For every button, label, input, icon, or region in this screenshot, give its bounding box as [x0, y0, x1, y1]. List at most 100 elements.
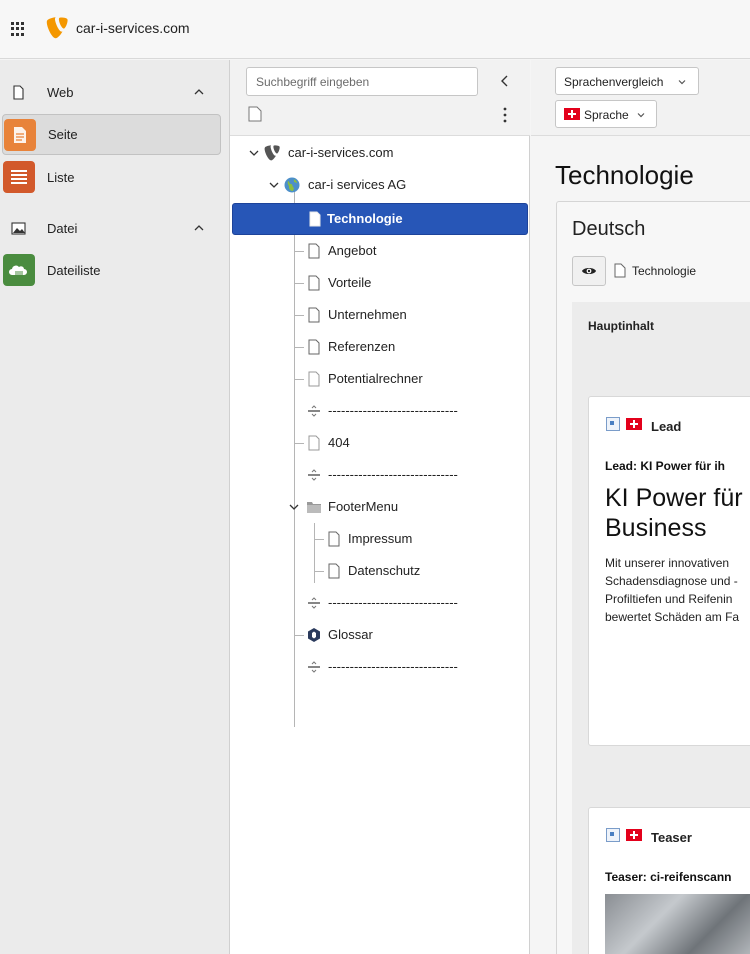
tree-line	[294, 443, 304, 444]
content-area: Sprachenvergleich Sprache Technologie De…	[531, 60, 750, 954]
tree-line	[294, 635, 304, 636]
tree-node-label: Unternehmen	[328, 307, 407, 322]
tree-node-label: ------------------------------	[328, 467, 458, 482]
page-icon	[309, 211, 321, 227]
tree-node-label: Vorteile	[328, 275, 372, 290]
module-group-label: Datei	[47, 220, 78, 236]
spacer-icon	[308, 661, 320, 673]
ce-header	[606, 828, 642, 842]
tree-node-angebot[interactable]: Angebot	[304, 236, 528, 266]
chevron-down-icon	[637, 113, 645, 118]
chevron-up-icon[interactable]	[193, 222, 205, 234]
tree-node-root[interactable]: car-i-services.com	[248, 138, 528, 168]
ce-header	[606, 417, 642, 431]
tree-search-input[interactable]	[246, 67, 478, 96]
page-icon	[308, 275, 320, 291]
tree-node-vorteile[interactable]: Vorteile	[304, 268, 528, 298]
chevron-down-icon[interactable]	[268, 179, 280, 191]
ce-body-line: bewertet Schäden am Fa	[605, 610, 740, 624]
tree-node-label: FooterMenu	[328, 499, 399, 514]
tree-line	[294, 283, 304, 284]
content-element-lead[interactable]: Lead Lead: KI Power für ih KI Power für …	[588, 396, 750, 746]
chevron-up-icon[interactable]	[193, 86, 205, 98]
tree-node-divider[interactable]: ------------------------------	[304, 588, 528, 618]
tree-node-datenschutz[interactable]: Datenschutz	[324, 556, 528, 586]
tree-node-label: Datenschutz	[348, 563, 421, 578]
swiss-flag-icon	[626, 418, 642, 430]
module-label: Dateiliste	[47, 263, 101, 278]
tree-node-potentialrechner[interactable]: Potentialrechner	[304, 364, 528, 394]
page-icon	[328, 531, 340, 547]
ce-body-line: Mit unserer innovativen	[605, 556, 730, 570]
content-type-icon	[606, 417, 620, 431]
tree-node-label: Impressum	[348, 531, 413, 546]
tree-node-site[interactable]: car-i services AG	[268, 170, 528, 200]
page-module-icon	[4, 119, 36, 151]
tree-node-404[interactable]: 404	[304, 428, 528, 458]
page-icon	[308, 339, 320, 355]
tree-node-glossar[interactable]: Glossar	[304, 620, 528, 650]
new-page-icon[interactable]	[248, 106, 262, 122]
module-label: Seite	[48, 127, 78, 142]
ce-type-label: Teaser	[651, 830, 692, 845]
module-group-label: Web	[47, 84, 74, 100]
module-group-web[interactable]: Web	[0, 76, 229, 108]
page-icon	[328, 563, 340, 579]
module-liste[interactable]: Liste	[2, 157, 221, 198]
chevron-left-icon[interactable]	[496, 72, 514, 90]
tree-node-technologie[interactable]: Technologie	[232, 203, 528, 235]
typo3-logo-icon[interactable]	[46, 17, 68, 39]
list-module-icon	[3, 161, 35, 193]
spacer-icon	[308, 597, 320, 609]
tree-node-label: ------------------------------	[328, 403, 458, 418]
tree-line	[294, 379, 304, 380]
module-label: Liste	[47, 170, 75, 185]
tree-line	[294, 251, 304, 252]
content-element-teaser[interactable]: Teaser Teaser: ci-reifenscann	[588, 807, 750, 954]
tree-node-divider[interactable]: ------------------------------	[304, 396, 528, 426]
page-breadcrumb[interactable]: Technologie	[632, 264, 696, 278]
tree-node-label: Referenzen	[328, 339, 396, 354]
ce-image	[605, 894, 750, 954]
page-icon	[614, 263, 626, 278]
chevron-down-icon[interactable]	[288, 501, 300, 513]
ce-type-label: Lead	[651, 419, 682, 434]
filelist-module-icon	[3, 254, 35, 286]
tree-node-divider[interactable]: ------------------------------	[304, 460, 528, 490]
image-icon	[11, 222, 26, 235]
module-seite[interactable]: Seite	[2, 114, 221, 155]
tree-node-footermenu[interactable]: FooterMenu	[288, 492, 528, 522]
tree-node-label: car-i-services.com	[288, 145, 394, 160]
tree-line	[314, 539, 324, 540]
more-options-icon[interactable]	[498, 106, 512, 124]
tree-node-unternehmen[interactable]: Unternehmen	[304, 300, 528, 330]
tree-node-impressum[interactable]: Impressum	[324, 524, 528, 554]
apps-menu-icon[interactable]	[9, 20, 27, 38]
page-icon	[308, 307, 320, 323]
doc-toolbar: Sprachenvergleich Sprache	[531, 60, 750, 136]
tree-node-label: car-i services AG	[308, 177, 407, 192]
module-menu: Web Seite Liste Datei Dateiliste	[0, 60, 230, 954]
language-title: Deutsch	[572, 218, 646, 240]
tree-node-label: Angebot	[328, 243, 377, 258]
tree-toolbar	[230, 60, 530, 136]
language-compare-dropdown[interactable]: Sprachenvergleich	[555, 67, 699, 95]
view-page-button[interactable]	[572, 256, 606, 286]
folder-icon	[307, 502, 321, 513]
tree-node-label: 404	[328, 435, 350, 450]
ce-subtitle: Teaser: ci-reifenscann	[605, 870, 732, 884]
module-dateiliste[interactable]: Dateiliste	[2, 250, 221, 291]
top-bar: car-i-services.com	[0, 0, 750, 59]
site-name[interactable]: car-i-services.com	[76, 20, 190, 36]
tree-node-divider[interactable]: ------------------------------	[304, 652, 528, 682]
page-tree-panel: car-i-services.com car-i services AG Tec…	[230, 60, 530, 954]
chevron-down-icon[interactable]	[248, 147, 260, 159]
language-select-dropdown[interactable]: Sprache	[555, 100, 657, 128]
ce-headline-line: KI Power für	[605, 484, 743, 512]
eye-icon	[582, 268, 596, 274]
tree-node-referenzen[interactable]: Referenzen	[304, 332, 528, 362]
ce-headline: KI Power für Business	[605, 483, 743, 543]
page-hidden-icon	[308, 435, 320, 451]
module-group-datei[interactable]: Datei	[0, 212, 229, 244]
ce-body-line: Schadensdiagnose und -	[605, 574, 738, 588]
